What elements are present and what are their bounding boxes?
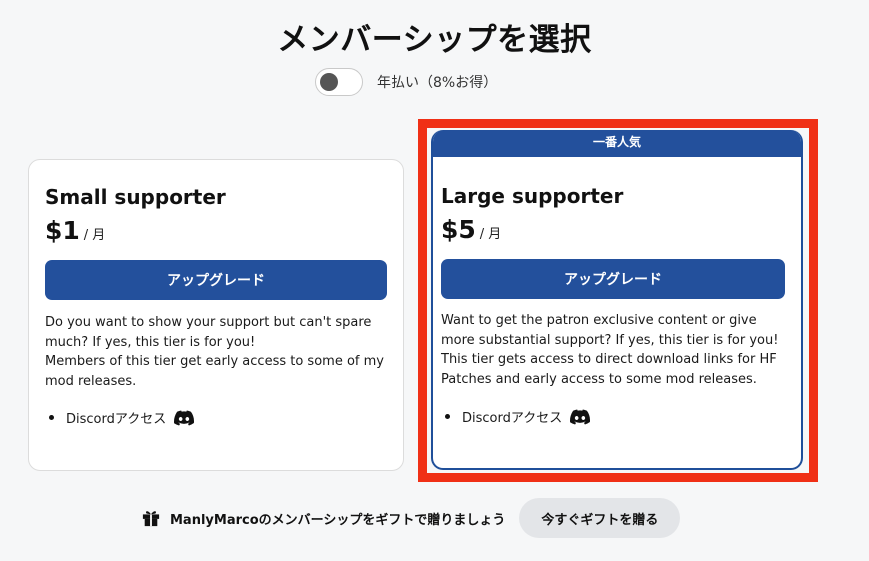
tier-description: Do you want to show your support but can…: [45, 313, 385, 391]
benefit-item: Discordアクセス: [49, 408, 195, 427]
description-line: Members of this tier get early access to…: [45, 354, 384, 389]
description-line: Do you want to show your support but can…: [45, 315, 372, 350]
discord-icon: [174, 410, 195, 425]
tier-price: $1 / 月: [45, 216, 105, 245]
page-title: メンバーシップを選択: [277, 22, 592, 58]
toggle-knob: [320, 73, 338, 91]
highlight-box: [418, 119, 818, 482]
gift-icon: [142, 511, 160, 527]
gift-text: ManlyMarcoのメンバーシップをギフトで贈りましょう: [170, 512, 506, 528]
upgrade-button[interactable]: アップグレード: [45, 260, 387, 300]
benefit-label: Discordアクセス: [66, 412, 167, 427]
tier-name: Small supporter: [45, 185, 226, 209]
price-period: / 月: [83, 228, 106, 243]
bullet: [49, 415, 54, 420]
price-amount: $1: [45, 216, 80, 245]
tier-card-small-supporter: Small supporter $1 / 月 アップグレード Do you wa…: [28, 159, 404, 471]
gift-row: ManlyMarcoのメンバーシップをギフトで贈りましょう 今すぐギフトを贈る: [142, 498, 681, 538]
billing-toggle-row: 年払い（8%お得）: [315, 68, 497, 96]
gift-now-button[interactable]: 今すぐギフトを贈る: [519, 498, 681, 538]
annual-billing-toggle[interactable]: [315, 68, 363, 96]
annual-billing-label: 年払い（8%お得）: [377, 75, 498, 91]
